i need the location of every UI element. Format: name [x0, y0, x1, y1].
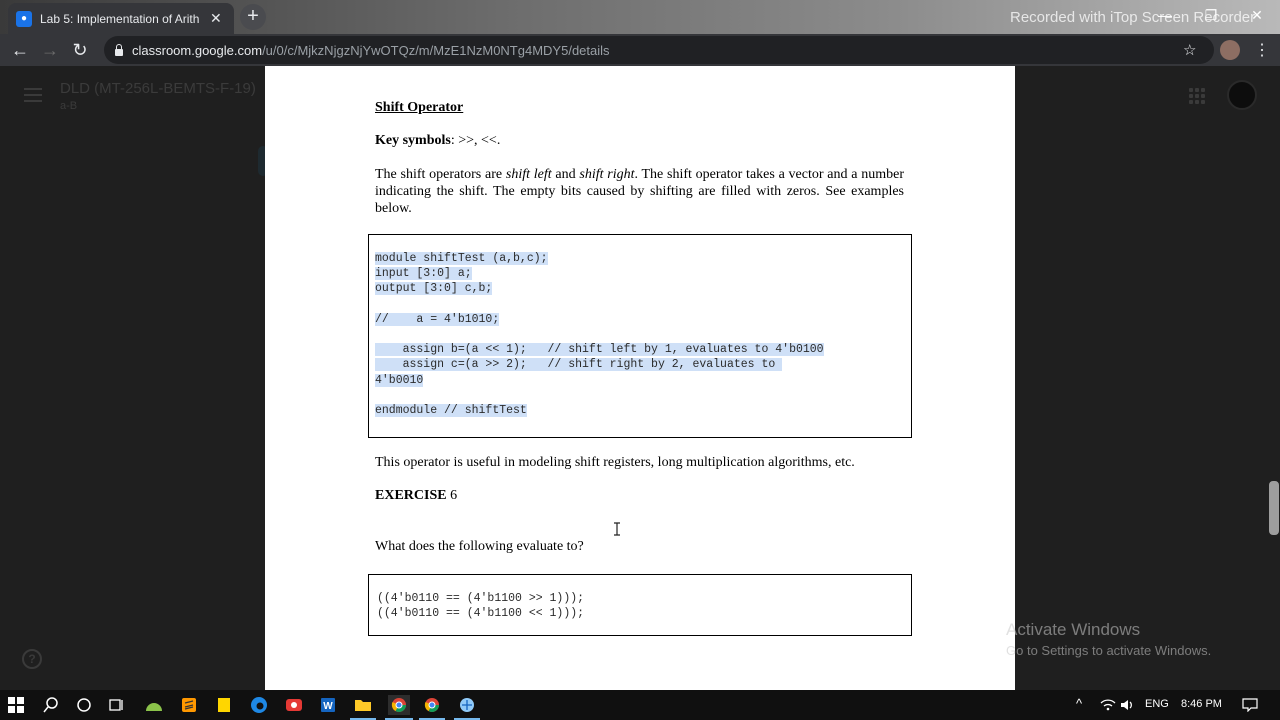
chrome-profile-icon[interactable] — [422, 695, 442, 715]
maximize-button[interactable]: ❐ — [1188, 0, 1234, 30]
sticky-notes-icon[interactable] — [214, 695, 234, 715]
language-indicator[interactable]: ENG — [1145, 698, 1169, 710]
hamburger-icon[interactable] — [24, 88, 42, 102]
exercise-code-box: ((4'b0110 == (4'b1100 >> 1))); ((4'b0110… — [368, 574, 912, 636]
file-explorer-icon[interactable] — [353, 695, 373, 715]
code-line: input [3:0] a; — [375, 267, 472, 281]
back-icon[interactable]: ← — [8, 39, 32, 63]
section-heading: Shift Operator — [375, 100, 464, 115]
sublime-text-icon[interactable] — [179, 695, 199, 715]
code-line: output [3:0] c,b; — [375, 282, 493, 296]
cortana-icon[interactable] — [74, 695, 94, 715]
wifi-icon[interactable] — [1098, 695, 1118, 715]
window-controls: — ❐ ✕ — [1142, 0, 1280, 30]
classroom-favicon-icon: ● — [16, 10, 32, 27]
screen-recorder-icon[interactable] — [284, 695, 304, 715]
help-icon[interactable]: ? — [22, 649, 42, 669]
key-symbols-value: : >>, <<. — [450, 133, 501, 148]
key-symbols-label: Key symbols — [375, 133, 451, 148]
intro-paragraph: The shift operators are shift left and s… — [375, 166, 904, 217]
scrollbar-thumb[interactable] — [1269, 481, 1279, 535]
chrome-icon[interactable] — [388, 695, 410, 715]
windows-start-icon[interactable] — [6, 695, 26, 715]
clock[interactable]: 8:46 PM — [1181, 698, 1222, 710]
windows-taskbar: W ^ ENG 8:46 PM — [0, 690, 1280, 720]
url-host: classroom.google.com — [132, 42, 263, 58]
text-cursor-icon — [614, 522, 620, 536]
code-line: ((4'b0110 == (4'b1100 >> 1))); — [377, 592, 585, 605]
menu-dots-icon[interactable]: ⋮ — [1254, 40, 1270, 60]
course-title[interactable]: DLD (MT-256L-BEMTS-F-19) — [60, 80, 256, 97]
tab-title: Lab 5: Implementation of Arithm — [40, 11, 200, 26]
search-icon[interactable] — [41, 695, 61, 715]
lock-icon — [114, 44, 124, 56]
url-path: /u/0/c/MjkzNjgzNjYwOTQz/m/MzE1NzM0NTg4MD… — [262, 42, 610, 58]
code-line: assign b=(a << 1); // shift left by 1, e… — [375, 343, 824, 357]
code-line: ((4'b0110 == (4'b1100 << 1))); — [377, 607, 585, 620]
account-avatar[interactable] — [1227, 80, 1257, 110]
para-text: The shift operators are — [375, 167, 506, 182]
para-emphasis-shift-left: shift left — [505, 167, 552, 182]
address-bar[interactable]: classroom.google.com/u/0/c/MjkzNjgzNjYwO… — [104, 36, 1214, 64]
exercise-label: EXERCISE — [375, 488, 447, 503]
page-area: DLD (MT-256L-BEMTS-F-19) a-B ? Shift Ope… — [0, 66, 1280, 690]
tab-strip: ● Lab 5: Implementation of Arithm ✕ + Re… — [0, 0, 1280, 34]
code-lines: module shiftTest (a,b,c); input [3:0] a;… — [375, 251, 824, 418]
profile-avatar[interactable] — [1220, 40, 1240, 60]
exercise-code-lines: ((4'b0110 == (4'b1100 >> 1))); ((4'b0110… — [377, 591, 584, 621]
browser-toolbar: ← → ↻ classroom.google.com/u/0/c/MjkzNjg… — [0, 34, 1280, 66]
android-app-icon[interactable] — [144, 695, 164, 715]
key-symbols-line: Key symbols: >>, <<. — [375, 133, 500, 149]
new-tab-button[interactable]: + — [240, 4, 266, 30]
code-line: module shiftTest (a,b,c); — [375, 252, 548, 265]
notification-icon[interactable] — [1240, 695, 1260, 715]
bookmark-star-icon[interactable]: ☆ — [1183, 41, 1196, 59]
code-line: endmodule // shiftTest — [375, 403, 527, 417]
minimize-button[interactable]: — — [1142, 0, 1188, 30]
tab-close-icon[interactable]: ✕ — [210, 10, 222, 27]
activate-windows-subtitle: Go to Settings to activate Windows. — [1006, 643, 1212, 658]
apps-grid-icon[interactable] — [1189, 88, 1205, 104]
para-text: and — [551, 167, 580, 182]
code-line: assign c=(a >> 2); // shift right by 2, … — [375, 358, 783, 372]
code-line: 4'b0010 — [375, 373, 424, 387]
exercise-number: 6 — [446, 488, 458, 503]
para-emphasis-shift-right: shift right — [579, 167, 635, 182]
network-tool-icon[interactable] — [457, 695, 477, 715]
close-window-button[interactable]: ✕ — [1234, 0, 1280, 30]
course-section: a-B — [60, 100, 78, 112]
task-view-icon[interactable] — [107, 695, 127, 715]
document-page: Shift Operator Key symbols: >>, <<. The … — [265, 66, 1015, 690]
browser-tab[interactable]: ● Lab 5: Implementation of Arithm ✕ — [8, 3, 234, 34]
code-line: // a = 4'b1010; — [375, 312, 500, 326]
word-icon[interactable]: W — [318, 695, 338, 715]
usage-paragraph: This operator is useful in modeling shif… — [375, 455, 855, 470]
edge-browser-icon[interactable] — [249, 695, 269, 715]
reload-icon[interactable]: ↻ — [68, 39, 92, 63]
forward-icon[interactable]: → — [38, 39, 62, 63]
exercise-heading: EXERCISE 6 — [375, 488, 457, 504]
code-example-box: module shiftTest (a,b,c); input [3:0] a;… — [368, 234, 912, 536]
svg-text:W: W — [323, 701, 333, 712]
volume-icon[interactable] — [1118, 695, 1138, 715]
tray-expand-icon[interactable]: ^ — [1076, 696, 1082, 711]
exercise-question: What does the following evaluate to? — [375, 539, 584, 554]
activate-windows-title: Activate Windows — [1006, 620, 1141, 639]
